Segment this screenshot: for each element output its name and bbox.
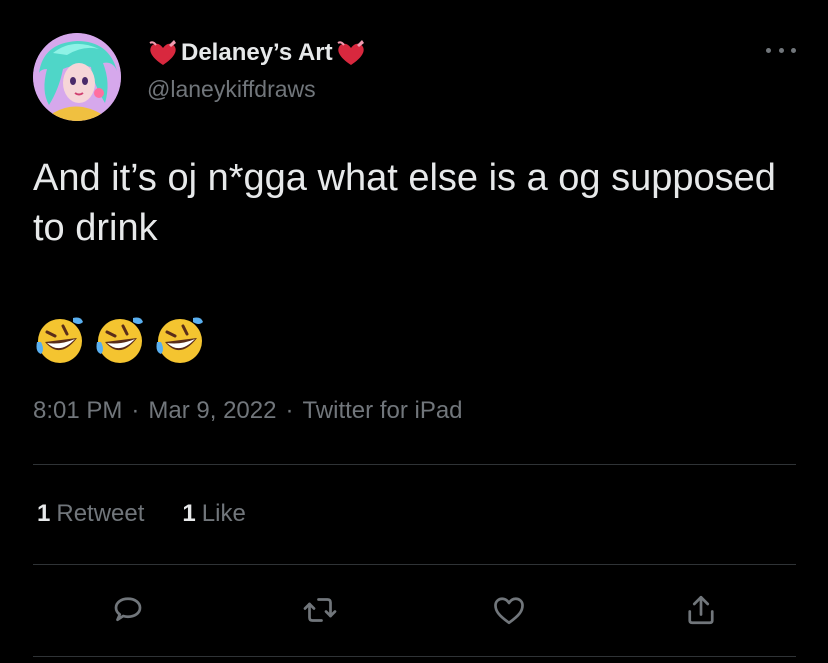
more-dot	[778, 47, 784, 53]
meta-separator: ·	[131, 397, 140, 424]
likes-count: 1	[182, 500, 196, 527]
tweet-text: And it’s oj n*gga what else is a og supp…	[33, 157, 776, 249]
more-dot	[791, 47, 796, 53]
more-dot	[766, 47, 771, 53]
tweet-emojis	[33, 312, 207, 366]
rolling-on-floor-laughing-icon	[153, 312, 207, 366]
author-display-name[interactable]: Delaney’s Art	[181, 39, 333, 67]
retweet-icon[interactable]	[298, 588, 342, 632]
avatar[interactable]	[33, 33, 121, 121]
like-icon[interactable]	[487, 588, 531, 632]
retweets-count: 1	[37, 500, 51, 527]
likes-stat[interactable]: 1 Like	[182, 500, 245, 528]
more-options-icon[interactable]	[766, 40, 796, 60]
retweets-label: Retweet	[56, 500, 145, 527]
author-name-row[interactable]: Delaney’s Art	[147, 36, 367, 70]
share-icon[interactable]	[679, 588, 723, 632]
tweet-time[interactable]: 8:01 PM	[33, 397, 122, 424]
divider	[33, 464, 796, 465]
heart-with-ribbon-icon	[335, 38, 367, 68]
tweet-source[interactable]: Twitter for iPad	[302, 397, 462, 424]
action-bar	[0, 588, 828, 634]
tweet-stats: 1 Retweet 1 Like	[37, 500, 246, 528]
tweet-date[interactable]: Mar 9, 2022	[148, 397, 276, 424]
rolling-on-floor-laughing-icon	[33, 312, 87, 366]
likes-label: Like	[201, 500, 246, 527]
divider	[33, 656, 796, 657]
heart-with-ribbon-icon	[147, 38, 179, 68]
rolling-on-floor-laughing-icon	[93, 312, 147, 366]
reply-icon[interactable]	[106, 588, 150, 632]
author-handle[interactable]: @laneykiffdraws	[147, 76, 316, 103]
retweets-stat[interactable]: 1 Retweet	[37, 500, 144, 528]
divider	[33, 564, 796, 565]
tweet-meta: 8:01 PM · Mar 9, 2022 · Twitter for iPad	[33, 397, 463, 425]
meta-separator: ·	[285, 397, 294, 424]
